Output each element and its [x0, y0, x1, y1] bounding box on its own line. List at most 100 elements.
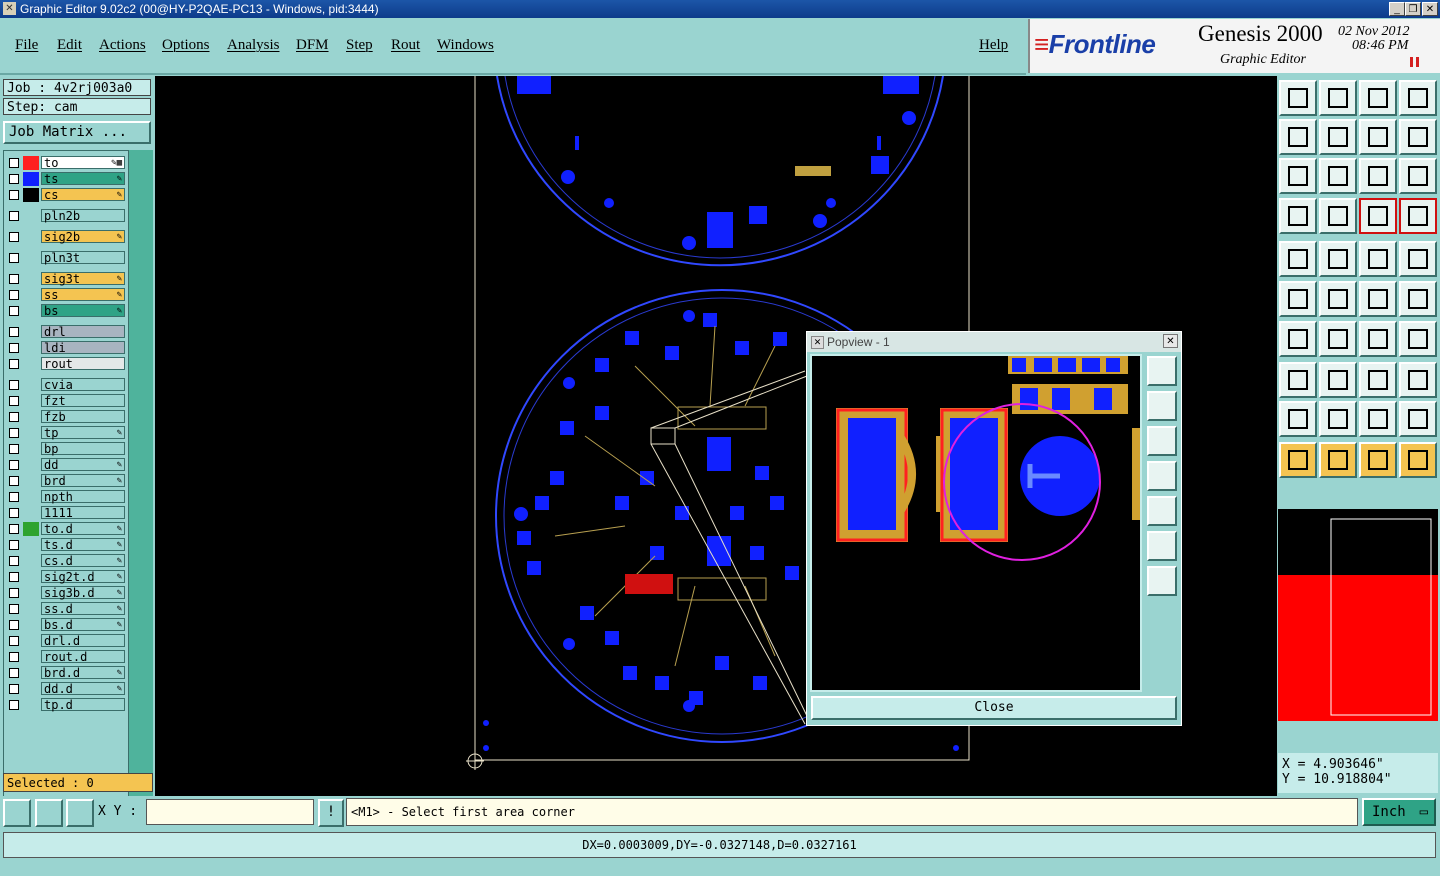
layer-name[interactable]: dd ✎ [41, 458, 125, 472]
layer-row[interactable]: 1111 [6, 506, 126, 520]
xy-input[interactable] [146, 799, 314, 825]
layer-color-swatch[interactable] [23, 288, 39, 302]
grid-icon[interactable] [66, 799, 94, 827]
layer-row[interactable]: brd.d ✎ [6, 666, 126, 680]
layer-name[interactable]: 1111 [41, 506, 125, 520]
layer-checkbox[interactable] [9, 620, 19, 630]
layer-checkbox[interactable] [9, 158, 19, 168]
layer-checkbox[interactable] [9, 190, 19, 200]
layer-color-swatch[interactable] [23, 378, 39, 392]
layer-row[interactable]: bs.d ✎ [6, 618, 126, 632]
layer-name[interactable]: brd.d ✎ [41, 666, 125, 680]
layer-color-swatch[interactable] [23, 341, 39, 355]
layer-checkbox[interactable] [9, 684, 19, 694]
select-box-icon[interactable] [1359, 442, 1397, 478]
netlist-icon[interactable] [1359, 198, 1397, 234]
layer-name[interactable]: cvia [41, 378, 125, 392]
layer-color-swatch[interactable] [23, 698, 39, 712]
split-icon[interactable] [1399, 80, 1437, 116]
layer-row[interactable]: rout.d [6, 650, 126, 664]
layer-color-swatch[interactable] [23, 458, 39, 472]
layer-checkbox[interactable] [9, 211, 19, 221]
swap-icon[interactable] [1399, 119, 1437, 155]
layer-checkbox[interactable] [9, 253, 19, 263]
layer-name[interactable]: brd ✎ [41, 474, 125, 488]
layer-name[interactable]: pln2b [41, 209, 125, 223]
measure-icon[interactable] [35, 799, 63, 827]
popview-zoom-fit-button[interactable] [1147, 356, 1177, 386]
popview-pan-up-button[interactable] [1147, 391, 1177, 421]
popview-zoom-out-button[interactable] [1147, 566, 1177, 596]
layer-list-scrollbar[interactable] [129, 150, 153, 796]
layer-checkbox[interactable] [9, 444, 19, 454]
layer-color-swatch[interactable] [23, 442, 39, 456]
layer-name[interactable]: drl.d [41, 634, 125, 648]
units-selector[interactable]: Inch ▭ [1362, 798, 1436, 826]
layer-color-swatch[interactable] [23, 570, 39, 584]
layer-color-swatch[interactable] [23, 272, 39, 286]
layer-checkbox[interactable] [9, 588, 19, 598]
layer-row[interactable]: bp [6, 442, 126, 456]
layer-color-swatch[interactable] [23, 474, 39, 488]
layer-name[interactable]: sig2t.d ✎ [41, 570, 125, 584]
popview-pan-left-button[interactable] [1147, 461, 1177, 491]
layer-color-swatch[interactable] [23, 209, 39, 223]
layer-row[interactable]: sig3t ✎ [6, 272, 126, 286]
layer-row[interactable]: ss.d ✎ [6, 602, 126, 616]
layer-color-swatch[interactable] [23, 538, 39, 552]
layer-checkbox[interactable] [9, 508, 19, 518]
layer-checkbox[interactable] [9, 174, 19, 184]
layer-color-swatch[interactable] [23, 251, 39, 265]
layer-row[interactable]: dd.d ✎ [6, 682, 126, 696]
layer-name[interactable]: sig3b.d ✎ [41, 586, 125, 600]
layer-name[interactable]: bs ✎ [41, 304, 125, 318]
layer-color-swatch[interactable] [23, 506, 39, 520]
center-icon[interactable] [1319, 158, 1357, 194]
layer-name[interactable]: rout [41, 357, 125, 371]
layer-row[interactable]: sig3b.d ✎ [6, 586, 126, 600]
right-icon[interactable] [1319, 119, 1357, 155]
layer-name[interactable]: rout.d [41, 650, 125, 664]
angle-icon[interactable] [1279, 321, 1317, 357]
layer-row[interactable]: sig2b ✎ [6, 230, 126, 244]
layer-name[interactable]: fzb [41, 410, 125, 424]
layer-checkbox[interactable] [9, 380, 19, 390]
node-icon[interactable] [1359, 281, 1397, 317]
pad-icon[interactable] [1399, 241, 1437, 277]
popview-window[interactable]: ✕ Popview - 1 ✕ Close [806, 331, 1182, 726]
layer-row[interactable]: to.d ✎ [6, 522, 126, 536]
layer-checkbox[interactable] [9, 290, 19, 300]
layer-checkbox[interactable] [9, 572, 19, 582]
popview-close-button[interactable]: Close [811, 696, 1177, 720]
triangle-icon[interactable] [1279, 401, 1317, 437]
layer-name[interactable]: cs ✎ [41, 188, 125, 202]
layer-name[interactable]: bs.d ✎ [41, 618, 125, 632]
tool-settings-icon[interactable] [1279, 198, 1317, 234]
layer-name[interactable]: pln3t [41, 251, 125, 265]
popview-pan-down-button[interactable] [1147, 426, 1177, 456]
layer-name[interactable]: ts.d ✎ [41, 538, 125, 552]
layer-row[interactable]: cs.d ✎ [6, 554, 126, 568]
menu-file[interactable]: File [15, 37, 38, 54]
layer-checkbox[interactable] [9, 668, 19, 678]
netlist-compare-icon[interactable] [1399, 198, 1437, 234]
menu-help[interactable]: Help [979, 37, 1008, 54]
layer-checkbox[interactable] [9, 359, 19, 369]
help-query-icon[interactable] [1399, 158, 1437, 194]
layer-color-swatch[interactable] [23, 522, 39, 536]
layer-name[interactable]: ss.d ✎ [41, 602, 125, 616]
left-icon[interactable] [1279, 119, 1317, 155]
layer-row[interactable]: cs ✎ [6, 188, 126, 202]
layer-row[interactable]: fzt [6, 394, 126, 408]
layer-name[interactable]: tp.d [41, 698, 125, 712]
layer-color-swatch[interactable] [23, 325, 39, 339]
layer-checkbox[interactable] [9, 428, 19, 438]
text-icon[interactable] [1399, 321, 1437, 357]
layer-checkbox[interactable] [9, 540, 19, 550]
layer-checkbox[interactable] [9, 652, 19, 662]
layer-color-swatch[interactable] [23, 410, 39, 424]
layer-checkbox[interactable] [9, 476, 19, 486]
popview-pan-right-button[interactable] [1147, 496, 1177, 526]
menu-rout[interactable]: Rout [391, 37, 420, 54]
cursor-feature-icon[interactable] [1279, 241, 1317, 277]
